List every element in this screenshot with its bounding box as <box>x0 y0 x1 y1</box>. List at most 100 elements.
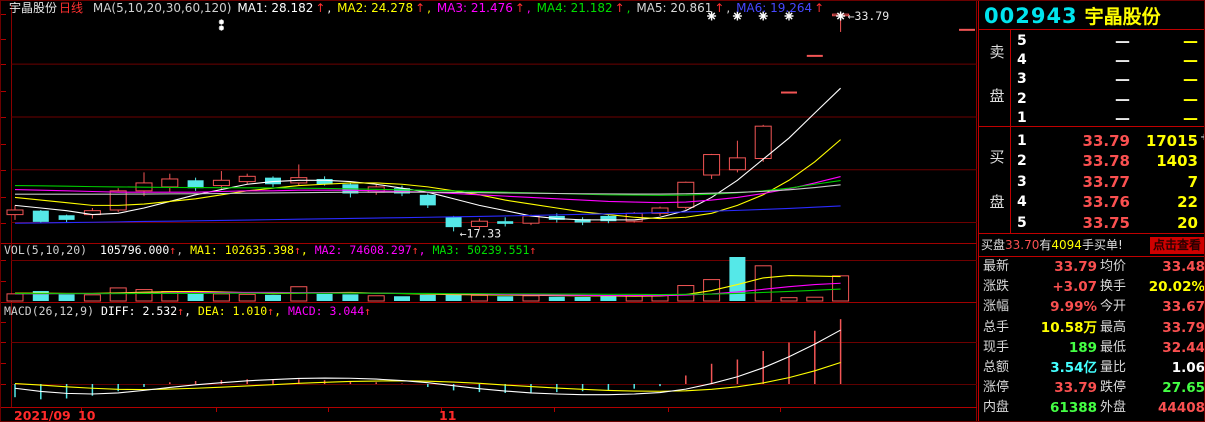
level: 1 <box>1017 108 1027 128</box>
candle-down <box>59 215 75 220</box>
buy-row-3[interactable]: 333.777 <box>1011 172 1205 192</box>
chart-area[interactable]: ←17.33←33.792021/091011 <box>1 1 978 422</box>
indicator-value: , <box>726 1 734 15</box>
large-order-alert[interactable]: 买盘33.70有4094手买单! 点击查看 <box>981 236 1205 255</box>
volume-bar-up <box>471 295 487 301</box>
indicator-value: , <box>419 243 433 257</box>
candlestick-chart[interactable]: ←17.33←33.792021/091011 <box>1 1 978 422</box>
stat-label: 跌停 <box>1100 378 1126 398</box>
stat-value: 32.44 <box>1127 338 1205 358</box>
volume-header: VOL(5,10,20) 105796.000↑, MA1: 102635.39… <box>4 244 536 257</box>
indicator-value: , <box>627 1 635 15</box>
price: — <box>1041 108 1130 128</box>
volume: 1403 <box>1131 151 1198 171</box>
ma-values: MA1: 28.182↑, MA2: 24.278↑, MA3: 21.476↑… <box>237 1 826 15</box>
indicator-value: MA6: 19.264 <box>736 1 812 15</box>
ma-params-label: MA(5,10,20,30,60,120) <box>93 1 232 15</box>
stat-label: 现手 <box>983 338 1009 358</box>
volume: — <box>1131 69 1198 89</box>
vol-ma-values: MA1: 102635.398↑, MA2: 74608.297↑, MA3: … <box>190 243 536 257</box>
stat-label: 外盘 <box>1100 398 1126 418</box>
stat-label: 量比 <box>1100 358 1126 378</box>
price-annotation: ←33.79 <box>848 9 890 23</box>
sell-row-2[interactable]: 2—— <box>1011 89 1205 109</box>
stat-value: 33.79 <box>1127 318 1205 338</box>
stat-value: 1.06 <box>1127 358 1205 378</box>
ma-line-MA120 <box>15 206 841 223</box>
level: 4 <box>1017 50 1027 70</box>
price: — <box>1041 89 1130 109</box>
volume: — <box>1131 50 1198 70</box>
vol-current-value: 105796.000 <box>100 243 169 257</box>
volume-bar-up <box>291 287 307 301</box>
indicator-value: MA4: 21.182 <box>537 1 613 15</box>
volume-bar-up <box>213 294 229 301</box>
indicator-value: MA2: 74608.297 <box>315 243 412 257</box>
volume-bar-down <box>188 293 204 301</box>
buy-row-4[interactable]: 433.7622 <box>1011 192 1205 212</box>
axis-date-label[interactable]: 2021/09 <box>14 408 71 422</box>
volume-bar-down <box>342 294 358 301</box>
period-label[interactable]: 日线 <box>59 1 83 15</box>
volume-bar-down <box>394 296 410 301</box>
sell-row-1[interactable]: 1 —— <box>1011 108 1205 128</box>
price: 33.75 <box>1041 213 1130 233</box>
quote-panel: 002943宇晶股份 卖 盘 买 盘 5——4——3——2——1—— 133.7… <box>978 1 1205 422</box>
volume: 17015 <box>1131 131 1198 151</box>
axis-date-label[interactable]: 11 <box>439 408 456 422</box>
up-arrow-icon: ↑ <box>529 243 536 257</box>
volume-delta: +16831 <box>1200 128 1205 148</box>
volume-bar-up <box>807 297 823 301</box>
buy-row-5[interactable]: 533.7520 <box>1011 213 1205 233</box>
stats-row: 涨跌+3.07换手20.02% <box>979 277 1205 297</box>
up-arrow-icon: ↑ <box>412 243 419 257</box>
volume: — <box>1131 108 1198 128</box>
macd-header: MACD(26,12,9) DIFF: 2.532↑, DEA: 1.010↑,… <box>4 305 371 318</box>
stats-row: 总手10.58万最高33.79 <box>979 318 1205 338</box>
divider <box>979 126 1205 127</box>
price: 33.77 <box>1041 172 1130 192</box>
volume-bar-up <box>833 276 849 301</box>
up-arrow-icon: ↑ <box>294 243 301 257</box>
alert-segment: 手买单! <box>1082 238 1123 252</box>
stats-row: 涨停33.79跌停27.65 <box>979 378 1205 398</box>
price: 33.78 <box>1041 151 1130 171</box>
stat-value: 61388 <box>1009 398 1097 418</box>
up-arrow-icon: ↑ <box>364 304 371 318</box>
volume-bar-down <box>59 294 75 301</box>
volume-bar-up <box>523 296 539 301</box>
stat-value: 44408 <box>1127 398 1205 418</box>
indicator-value: , <box>427 1 435 15</box>
stat-label: 内盘 <box>983 398 1009 418</box>
candle-up <box>755 126 771 158</box>
candle-up <box>729 158 745 170</box>
axis-date-label[interactable]: 10 <box>78 408 96 422</box>
stat-label: 换手 <box>1100 277 1126 297</box>
view-detail-button[interactable]: 点击查看 <box>1150 237 1204 254</box>
stats-row: 最新33.79均价33.48 <box>979 257 1205 277</box>
sell-row-3[interactable]: 3—— <box>1011 69 1205 89</box>
sell-label-char1: 卖 <box>989 41 1005 62</box>
stat-value: 33.48 <box>1127 257 1205 277</box>
buy-row-1[interactable]: 133.7917015+16831 <box>1011 131 1205 151</box>
candle-up <box>213 180 229 185</box>
macd-values: DIFF: 2.532↑, DEA: 1.010↑, MACD: 3.044↑ <box>101 304 371 318</box>
candle-down <box>420 195 436 206</box>
indicator-value: MA1: 102635.398 <box>190 243 294 257</box>
price: 33.79 <box>1041 131 1130 151</box>
buy-row-2[interactable]: 233.781403 <box>1011 151 1205 171</box>
volume-bar-down <box>549 297 565 301</box>
main-chart-header: 宇晶股份日线 MA(5,10,20,30,60,120) MA1: 28.182… <box>9 1 828 15</box>
indicator-value: MA3: 21.476 <box>437 1 513 15</box>
stock-name: 宇晶股份 <box>9 1 57 15</box>
sell-row-4[interactable]: 4—— <box>1011 50 1205 70</box>
indicator-value: , <box>327 1 335 15</box>
divider <box>979 29 1205 30</box>
stat-value: 3.54亿 <box>1009 358 1097 378</box>
volume-bar-down <box>497 296 513 301</box>
volume-bar-up <box>755 266 771 301</box>
volume-bar-up <box>110 288 126 301</box>
indicator-value: DEA: 1.010 <box>198 304 267 318</box>
indicator-value: MACD: 3.044 <box>288 304 364 318</box>
sell-row-5[interactable]: 5—— <box>1011 31 1205 51</box>
